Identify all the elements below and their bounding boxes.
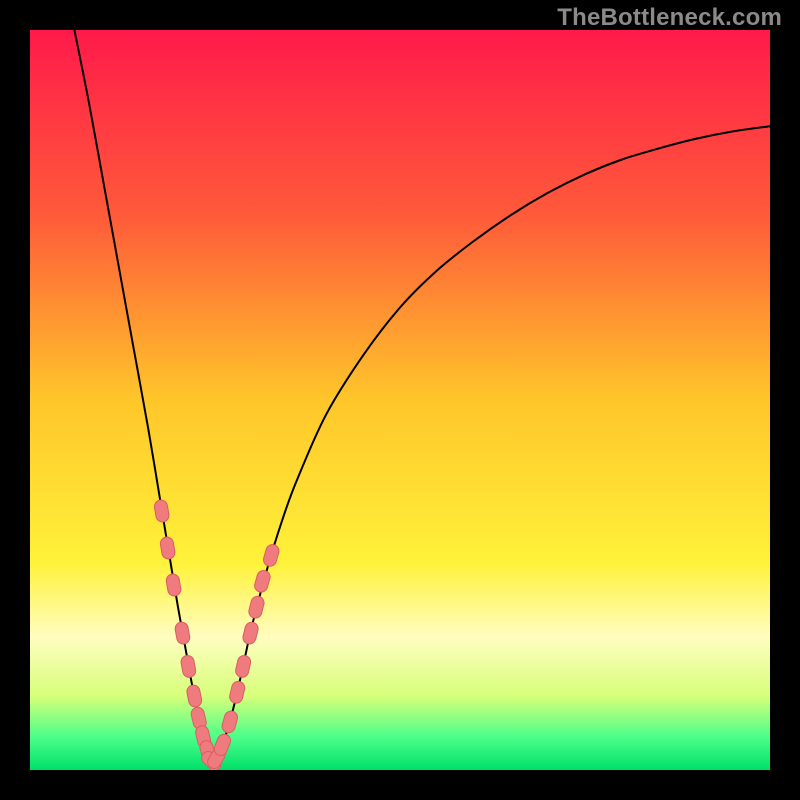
watermark-text: TheBottleneck.com — [557, 4, 782, 32]
chart-frame: TheBottleneck.com — [0, 0, 800, 800]
gradient-background — [30, 30, 770, 770]
bottleneck-chart — [30, 30, 770, 770]
plot-area — [30, 30, 770, 770]
